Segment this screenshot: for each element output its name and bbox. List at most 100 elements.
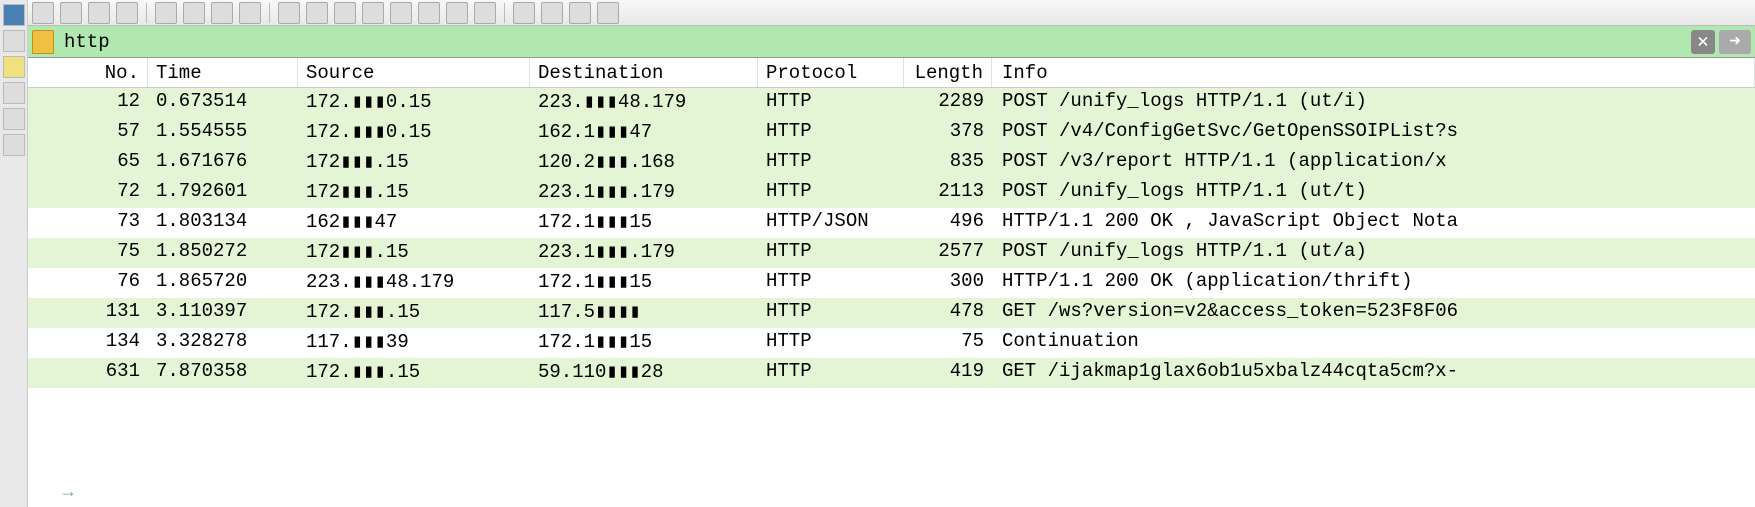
packet-length: 478 xyxy=(904,298,992,328)
packet-info: GET /ws?version=v2&access_token=523F8F06 xyxy=(992,298,1755,328)
restart-capture-icon[interactable] xyxy=(116,2,138,24)
table-row[interactable]: 1343.328278117.▮▮▮39172.1▮▮▮15HTTP75Cont… xyxy=(28,328,1755,358)
packet-protocol: HTTP xyxy=(758,178,904,208)
packet-length: 2577 xyxy=(904,238,992,268)
column-header-info[interactable]: Info xyxy=(992,58,1755,87)
go-back-icon[interactable] xyxy=(306,2,328,24)
packet-destination: 172.1▮▮▮15 xyxy=(530,208,758,238)
clear-filter-icon[interactable]: ✕ xyxy=(1691,30,1715,54)
packet-protocol: HTTP xyxy=(758,118,904,148)
column-header-source[interactable]: Source xyxy=(298,58,530,87)
table-row[interactable]: 751.850272172▮▮▮.15223.1▮▮▮.179HTTP2577P… xyxy=(28,238,1755,268)
packet-destination: 59.110▮▮▮28 xyxy=(530,358,758,388)
packet-no: 131 xyxy=(28,298,148,328)
packet-destination: 172.1▮▮▮15 xyxy=(530,328,758,358)
packet-time: 1.865720 xyxy=(148,268,298,298)
go-last-icon[interactable] xyxy=(418,2,440,24)
sidebar-folder-icon[interactable] xyxy=(3,56,25,78)
packet-no: 76 xyxy=(28,268,148,298)
packet-protocol: HTTP/JSON xyxy=(758,208,904,238)
packet-destination: 223.▮▮▮48.179 xyxy=(530,88,758,118)
packet-protocol: HTTP xyxy=(758,268,904,298)
packet-destination: 120.2▮▮▮.168 xyxy=(530,148,758,178)
packet-info: GET /ijakmap1glax6ob1u5xbalz44cqta5cm?x- xyxy=(992,358,1755,388)
packet-length: 2113 xyxy=(904,178,992,208)
packet-no: 73 xyxy=(28,208,148,238)
packet-list-header: No. Time Source Destination Protocol Len… xyxy=(28,58,1755,88)
packet-no: 631 xyxy=(28,358,148,388)
packet-time: 1.671676 xyxy=(148,148,298,178)
packet-source: 172▮▮▮.15 xyxy=(298,178,530,208)
zoom-out-icon[interactable] xyxy=(541,2,563,24)
start-capture-icon[interactable] xyxy=(60,2,82,24)
column-header-length[interactable]: Length xyxy=(904,58,992,87)
table-row[interactable]: 1313.110397172.▮▮▮.15117.5▮▮▮▮HTTP478GET… xyxy=(28,298,1755,328)
packet-list-body[interactable]: 120.673514172.▮▮▮0.15223.▮▮▮48.179HTTP22… xyxy=(28,88,1755,388)
table-row[interactable]: 761.865720223.▮▮▮48.179172.1▮▮▮15HTTP300… xyxy=(28,268,1755,298)
apply-filter-icon[interactable]: ➜ xyxy=(1719,30,1751,54)
sidebar-app-icon[interactable] xyxy=(3,82,25,104)
toolbar-separator xyxy=(269,3,270,23)
packet-time: 7.870358 xyxy=(148,358,298,388)
wireshark-main: ✕ ➜ No. Time Source Destination Protocol… xyxy=(28,0,1755,507)
packet-no: 12 xyxy=(28,88,148,118)
find-packet-icon[interactable] xyxy=(278,2,300,24)
packet-protocol: HTTP xyxy=(758,328,904,358)
packet-protocol: HTTP xyxy=(758,358,904,388)
go-first-icon[interactable] xyxy=(390,2,412,24)
packet-protocol: HTTP xyxy=(758,238,904,268)
table-row[interactable]: 721.792601172▮▮▮.15223.1▮▮▮.179HTTP2113P… xyxy=(28,178,1755,208)
stop-capture-icon[interactable] xyxy=(88,2,110,24)
bookmark-icon[interactable] xyxy=(32,30,54,54)
go-to-packet-icon[interactable] xyxy=(362,2,384,24)
display-filter-bar: ✕ ➜ xyxy=(28,26,1755,58)
packet-destination: 172.1▮▮▮15 xyxy=(530,268,758,298)
packet-no: 65 xyxy=(28,148,148,178)
table-row[interactable]: 731.803134162▮▮▮47172.1▮▮▮15HTTP/JSON496… xyxy=(28,208,1755,238)
packet-source: 172.▮▮▮.15 xyxy=(298,358,530,388)
packet-source: 172▮▮▮.15 xyxy=(298,238,530,268)
packet-source: 172.▮▮▮0.15 xyxy=(298,88,530,118)
packet-protocol: HTTP xyxy=(758,148,904,178)
sidebar-app-icon[interactable] xyxy=(3,108,25,130)
capture-options-icon[interactable] xyxy=(32,2,54,24)
colorize-icon[interactable] xyxy=(474,2,496,24)
packet-list-pane: No. Time Source Destination Protocol Len… xyxy=(28,58,1755,507)
packet-source: 172.▮▮▮0.15 xyxy=(298,118,530,148)
resize-columns-icon[interactable] xyxy=(597,2,619,24)
table-row[interactable]: 651.671676172▮▮▮.15120.2▮▮▮.168HTTP835PO… xyxy=(28,148,1755,178)
column-header-destination[interactable]: Destination xyxy=(530,58,758,87)
packet-info: POST /unify_logs HTTP/1.1 (ut/i) xyxy=(992,88,1755,118)
toolbar-separator xyxy=(504,3,505,23)
zoom-reset-icon[interactable] xyxy=(569,2,591,24)
table-row[interactable]: 120.673514172.▮▮▮0.15223.▮▮▮48.179HTTP22… xyxy=(28,88,1755,118)
packet-destination: 117.5▮▮▮▮ xyxy=(530,298,758,328)
column-header-time[interactable]: Time xyxy=(148,58,298,87)
auto-scroll-icon[interactable] xyxy=(446,2,468,24)
packet-length: 835 xyxy=(904,148,992,178)
sidebar-folder-icon[interactable] xyxy=(3,30,25,52)
go-forward-icon[interactable] xyxy=(334,2,356,24)
reload-icon[interactable] xyxy=(239,2,261,24)
column-header-protocol[interactable]: Protocol xyxy=(758,58,904,87)
packet-info: HTTP/1.1 200 OK , JavaScript Object Nota xyxy=(992,208,1755,238)
sidebar-app-icon[interactable] xyxy=(3,134,25,156)
display-filter-input[interactable] xyxy=(58,29,1687,55)
packet-destination: 223.1▮▮▮.179 xyxy=(530,238,758,268)
packet-time: 1.554555 xyxy=(148,118,298,148)
column-header-no[interactable]: No. xyxy=(28,58,148,87)
table-row[interactable]: 571.554555172.▮▮▮0.15162.1▮▮▮47HTTP378PO… xyxy=(28,118,1755,148)
packet-info: POST /unify_logs HTTP/1.1 (ut/t) xyxy=(992,178,1755,208)
packet-source: 172.▮▮▮.15 xyxy=(298,298,530,328)
packet-source: 162▮▮▮47 xyxy=(298,208,530,238)
packet-source: 223.▮▮▮48.179 xyxy=(298,268,530,298)
open-file-icon[interactable] xyxy=(155,2,177,24)
sidebar-app-icon[interactable] xyxy=(3,4,25,26)
packet-protocol: HTTP xyxy=(758,298,904,328)
save-file-icon[interactable] xyxy=(183,2,205,24)
zoom-in-icon[interactable] xyxy=(513,2,535,24)
close-file-icon[interactable] xyxy=(211,2,233,24)
table-row[interactable]: 6317.870358172.▮▮▮.1559.110▮▮▮28HTTP419G… xyxy=(28,358,1755,388)
packet-length: 2289 xyxy=(904,88,992,118)
packet-time: 1.792601 xyxy=(148,178,298,208)
